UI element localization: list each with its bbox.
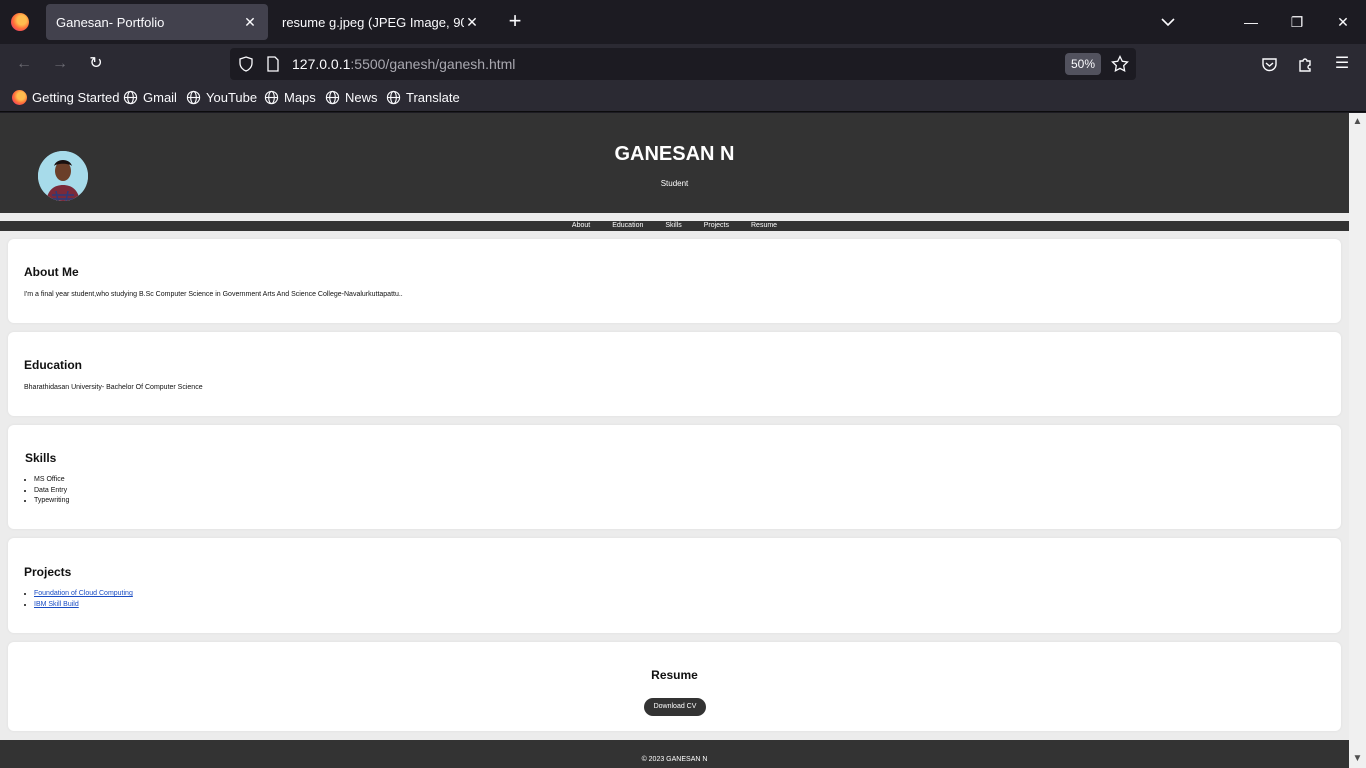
- site-footer: © 2023 GANESAN N: [0, 740, 1349, 768]
- restore-window-icon[interactable]: ❐: [1287, 12, 1307, 32]
- about-text: I'm a final year student,who studying B.…: [24, 291, 403, 298]
- nav-link-skills[interactable]: Skills: [665, 221, 681, 231]
- projects-list: Foundation of Cloud Computing IBM Skill …: [34, 589, 133, 610]
- education-heading: Education: [24, 358, 83, 372]
- globe-icon: [264, 90, 279, 105]
- page-scrollbar[interactable]: ▲ ▼: [1349, 113, 1366, 768]
- tab-title: Ganesan- Portfolio: [56, 14, 165, 30]
- education-text: Bharathidasan University- Bachelor Of Co…: [24, 384, 203, 391]
- skill-item: MS Office: [34, 475, 69, 486]
- close-window-icon[interactable]: ✕: [1333, 12, 1353, 32]
- education-section: Education Bharathidasan University- Bach…: [8, 332, 1341, 416]
- bookmark-maps[interactable]: Maps: [264, 90, 316, 105]
- project-item: IBM Skill Build: [34, 600, 133, 611]
- zoom-level-button[interactable]: 50%: [1065, 53, 1101, 75]
- navigation-toolbar: ← → ↻ 127.0.0.1:5500/ganesh/ganesh.html …: [0, 44, 1366, 84]
- bookmark-youtube[interactable]: YouTube: [186, 90, 257, 105]
- resume-section: Resume Download CV: [8, 642, 1341, 731]
- project-link[interactable]: Foundation of Cloud Computing: [34, 590, 133, 597]
- close-tab-icon[interactable]: ✕: [464, 14, 480, 30]
- project-item: Foundation of Cloud Computing: [34, 589, 133, 600]
- scroll-down-arrow-icon[interactable]: ▼: [1352, 753, 1363, 764]
- resume-heading: Resume: [651, 668, 698, 682]
- extensions-puzzle-icon[interactable]: [1297, 56, 1314, 73]
- footer-copyright: © 2023 GANESAN N: [641, 756, 708, 763]
- tab-title: resume g.jpeg (JPEG Image, 904 × 1: [282, 14, 464, 30]
- page-icon[interactable]: [266, 56, 280, 72]
- url-bar[interactable]: 127.0.0.1:5500/ganesh/ganesh.html 50%: [230, 48, 1136, 80]
- skill-item: Typewriting: [34, 496, 69, 507]
- skill-item: Data Entry: [34, 486, 69, 497]
- reload-icon[interactable]: ↻: [86, 54, 106, 74]
- bookmark-label: Translate: [406, 90, 460, 105]
- firefox-icon: [12, 90, 27, 105]
- about-section: About Me I'm a final year student,who st…: [8, 239, 1341, 323]
- globe-icon: [186, 90, 201, 105]
- about-heading: About Me: [24, 265, 79, 279]
- firefox-logo-icon[interactable]: [11, 13, 29, 31]
- globe-icon: [386, 90, 401, 105]
- skills-heading: Skills: [25, 451, 57, 465]
- bookmarks-toolbar: Getting Started Gmail YouTube Maps News …: [0, 84, 1366, 112]
- page-viewport: GANESAN N Student About Education Skills…: [0, 113, 1349, 768]
- site-nav: About Education Skills Projects Resume: [0, 221, 1349, 231]
- bookmark-gmail[interactable]: Gmail: [123, 90, 177, 105]
- bookmark-news[interactable]: News: [325, 90, 378, 105]
- site-title: GANESAN N: [614, 143, 735, 165]
- url-text[interactable]: 127.0.0.1:5500/ganesh/ganesh.html: [292, 56, 515, 72]
- nav-link-education[interactable]: Education: [612, 221, 643, 231]
- scroll-up-arrow-icon[interactable]: ▲: [1352, 116, 1363, 127]
- forward-arrow-icon[interactable]: →: [50, 54, 70, 74]
- globe-icon: [325, 90, 340, 105]
- hamburger-menu-icon[interactable]: ☰: [1332, 54, 1352, 74]
- site-header: GANESAN N Student: [0, 113, 1349, 213]
- bookmark-label: Maps: [284, 90, 316, 105]
- tab-portfolio[interactable]: Ganesan- Portfolio ✕: [46, 4, 268, 40]
- url-host: 127.0.0.1: [292, 56, 351, 72]
- tab-bar: Ganesan- Portfolio ✕ resume g.jpeg (JPEG…: [0, 0, 1366, 44]
- bookmark-star-icon[interactable]: [1111, 55, 1129, 73]
- bookmark-getting-started[interactable]: Getting Started: [12, 90, 119, 105]
- skills-list: MS Office Data Entry Typewriting: [34, 475, 69, 507]
- bookmark-label: Getting Started: [32, 90, 120, 105]
- projects-heading: Projects: [24, 565, 72, 579]
- nav-link-resume[interactable]: Resume: [751, 221, 777, 231]
- pocket-icon[interactable]: [1261, 56, 1278, 73]
- bookmark-label: Gmail: [143, 90, 177, 105]
- bookmark-label: News: [345, 90, 378, 105]
- list-all-tabs-chevron-icon[interactable]: [1160, 14, 1176, 30]
- site-subtitle: Student: [660, 179, 689, 188]
- bookmark-label: YouTube: [206, 90, 258, 105]
- shield-icon[interactable]: [238, 56, 254, 72]
- new-tab-plus-icon[interactable]: +: [505, 10, 525, 32]
- back-arrow-icon[interactable]: ←: [14, 54, 34, 74]
- bookmark-translate[interactable]: Translate: [386, 90, 460, 105]
- nav-link-projects[interactable]: Projects: [704, 221, 729, 231]
- nav-link-about[interactable]: About: [572, 221, 590, 231]
- close-tab-icon[interactable]: ✕: [242, 14, 258, 30]
- download-cv-button[interactable]: Download CV: [644, 698, 706, 716]
- url-path: :5500/ganesh/ganesh.html: [350, 56, 516, 72]
- project-link[interactable]: IBM Skill Build: [34, 601, 79, 608]
- tab-resume-image[interactable]: resume g.jpeg (JPEG Image, 904 × 1 ✕: [272, 4, 490, 40]
- globe-icon: [123, 90, 138, 105]
- minimize-window-icon[interactable]: —: [1241, 12, 1261, 32]
- projects-section: Projects Foundation of Cloud Computing I…: [8, 538, 1341, 633]
- skills-section: Skills MS Office Data Entry Typewriting: [8, 425, 1341, 529]
